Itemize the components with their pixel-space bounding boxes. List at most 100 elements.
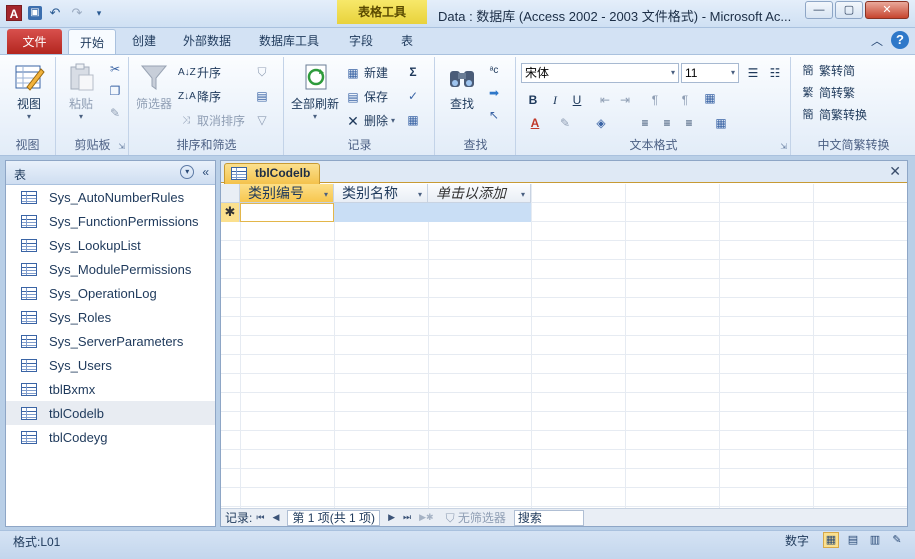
next-record-icon[interactable]: ▶ <box>388 512 395 523</box>
filter-button[interactable]: 筛选器 <box>134 61 174 112</box>
copy-icon[interactable]: ❐ <box>107 83 123 99</box>
bold-icon[interactable]: B <box>525 92 541 108</box>
nav-item-table[interactable]: Sys_AutoNumberRules <box>6 185 215 209</box>
nav-item-table[interactable]: Sys_FunctionPermissions <box>6 209 215 233</box>
new-blank-record-icon[interactable]: ▶✱ <box>419 512 433 523</box>
nav-item-table[interactable]: Sys_ModulePermissions <box>6 257 215 281</box>
design-view-icon[interactable]: ✎ <box>889 532 905 548</box>
align-left-icon[interactable]: ≡ <box>637 115 653 131</box>
tab-database-tools[interactable]: 数据库工具 <box>250 28 328 54</box>
cell-category-name[interactable] <box>334 203 428 222</box>
cell-add-field[interactable] <box>428 203 531 222</box>
search-input[interactable]: 搜索 <box>513 509 584 526</box>
nav-item-table[interactable]: Sys_Users <box>6 353 215 377</box>
tab-fields[interactable]: 字段 <box>340 28 382 54</box>
tab-external-data[interactable]: 外部数据 <box>175 28 239 54</box>
help-icon[interactable]: ? <box>891 31 909 49</box>
rtl-icon[interactable]: ¶ <box>677 92 693 108</box>
font-size-combo[interactable]: 11 ▾ <box>681 63 739 83</box>
tab-create[interactable]: 创建 <box>122 28 166 54</box>
advanced-filter-icon[interactable]: ▤ <box>254 88 270 104</box>
tab-home[interactable]: 开始 <box>68 29 116 54</box>
new-record-selector[interactable]: ✱ <box>221 203 240 222</box>
column-dropdown-icon[interactable]: ▾ <box>521 186 525 204</box>
underline-icon[interactable]: U <box>569 92 585 108</box>
simplified-to-traditional-button[interactable]: 繁 简转繁 <box>800 84 856 101</box>
clear-sort-button[interactable]: ⤨ 取消排序 <box>178 112 245 129</box>
tab-table[interactable]: 表 <box>390 28 424 54</box>
column-dropdown-icon[interactable]: ▾ <box>324 186 328 204</box>
paste-button[interactable]: 粘贴 ▾ <box>61 61 101 121</box>
decrease-indent-icon[interactable]: ⇥ <box>617 92 633 108</box>
customize-qat-icon[interactable]: ▾ <box>90 5 108 21</box>
format-painter-icon[interactable]: ✎ <box>107 105 123 121</box>
align-center-icon[interactable]: ≡ <box>659 115 675 131</box>
datasheet-view-icon[interactable]: ▦ <box>823 532 839 548</box>
font-color-icon[interactable]: A <box>527 115 543 131</box>
more-records-icon[interactable]: ▦ <box>405 112 421 128</box>
nav-item-table[interactable]: Sys_LookupList <box>6 233 215 257</box>
pivottable-view-icon[interactable]: ▤ <box>845 532 861 548</box>
fill-color-icon[interactable]: ◈ <box>593 115 609 131</box>
selection-filter-icon[interactable]: ⛉ <box>254 64 270 80</box>
sort-descending-button[interactable]: Z↓A 降序 <box>178 88 221 105</box>
nav-item-table[interactable]: Sys_ServerParameters <box>6 329 215 353</box>
new-record-button[interactable]: ▦ 新建 <box>345 64 388 81</box>
refresh-all-button[interactable]: 全部刷新 ▾ <box>288 61 342 121</box>
nav-item-table[interactable]: tblBxmx <box>6 377 215 401</box>
redo-icon[interactable]: ↷ <box>68 5 86 21</box>
nav-item-table[interactable]: Sys_Roles <box>6 305 215 329</box>
bullet-list-icon[interactable]: ☰ <box>745 65 761 81</box>
nav-menu-dropdown-icon[interactable]: ▾ <box>180 165 195 179</box>
delete-record-button[interactable]: ✕ 删除 ▾ <box>345 112 395 129</box>
totals-icon[interactable]: Σ <box>405 64 421 80</box>
undo-icon[interactable]: ↶ <box>46 5 64 21</box>
font-family-combo[interactable]: 宋体 ▾ <box>521 63 679 83</box>
datasheet-grid[interactable]: 类别编号 ▾ 类别名称 ▾ 单击以添加 ▾ ✱ <box>221 184 907 510</box>
save-icon[interactable]: ▣ <box>28 6 42 20</box>
previous-record-icon[interactable]: ◀ <box>272 512 279 523</box>
nav-item-table-selected[interactable]: tblCodelb <box>6 401 215 425</box>
increase-indent-icon[interactable]: ⇤ <box>597 92 613 108</box>
save-record-button[interactable]: ▤ 保存 <box>345 88 388 105</box>
tab-file[interactable]: 文件 <box>7 29 62 54</box>
select-all-corner[interactable] <box>221 184 240 203</box>
align-right-icon[interactable]: ≡ <box>681 115 697 131</box>
sort-ascending-button[interactable]: A↓Z 升序 <box>178 64 221 81</box>
spelling-icon[interactable]: ✓ <box>405 88 421 104</box>
toggle-filter-icon[interactable]: ▽ <box>254 112 270 128</box>
highlight-icon[interactable]: ✎ <box>557 115 573 131</box>
close-button[interactable]: ✕ <box>865 1 909 19</box>
minimize-button[interactable]: — <box>805 1 833 19</box>
document-tab-tblcodelb[interactable]: tblCodelb <box>224 163 320 184</box>
clipboard-launcher-icon[interactable]: ⇲ <box>118 142 125 151</box>
ltr-icon[interactable]: ¶ <box>647 92 663 108</box>
minimize-ribbon-icon[interactable]: ︿ <box>871 32 883 49</box>
traditional-to-simplified-button[interactable]: 簡 繁转简 <box>800 62 856 79</box>
column-header-category-name[interactable]: 类别名称 ▾ <box>334 184 428 203</box>
access-app-icon[interactable]: A <box>6 5 22 21</box>
nav-item-table[interactable]: Sys_OperationLog <box>6 281 215 305</box>
numbered-list-icon[interactable]: ☷ <box>767 65 783 81</box>
nav-item-table[interactable]: tblCodeyg <box>6 425 215 449</box>
find-button[interactable]: 查找 <box>442 61 482 112</box>
cut-icon[interactable]: ✂ <box>107 61 123 77</box>
replace-icon[interactable]: ᵃc <box>486 63 502 79</box>
nav-pane-header[interactable]: 表 ▾ « <box>6 161 215 185</box>
column-header-category-id[interactable]: 类别编号 ▾ <box>240 184 334 203</box>
select-icon[interactable]: ↖ <box>486 107 502 123</box>
close-document-icon[interactable]: ✕ <box>889 163 901 180</box>
last-record-icon[interactable]: ⏭ <box>403 512 411 523</box>
column-dropdown-icon[interactable]: ▾ <box>418 186 422 204</box>
italic-icon[interactable]: I <box>547 92 563 108</box>
alternate-row-color-icon[interactable]: ▦ <box>713 115 729 131</box>
gridlines-icon[interactable]: ▦ <box>702 90 718 106</box>
collapse-nav-icon[interactable]: « <box>202 165 209 179</box>
goto-icon[interactable]: ➡ <box>486 85 502 101</box>
view-button[interactable]: 视图 ▾ <box>8 61 50 121</box>
maximize-button[interactable]: ▢ <box>835 1 863 19</box>
chinese-conversion-button[interactable]: 簡 简繁转换 <box>800 106 868 123</box>
column-header-add-field[interactable]: 单击以添加 ▾ <box>428 184 531 203</box>
first-record-icon[interactable]: ⏮ <box>256 512 264 523</box>
record-position-field[interactable]: 第 1 项(共 1 项) <box>287 509 381 526</box>
